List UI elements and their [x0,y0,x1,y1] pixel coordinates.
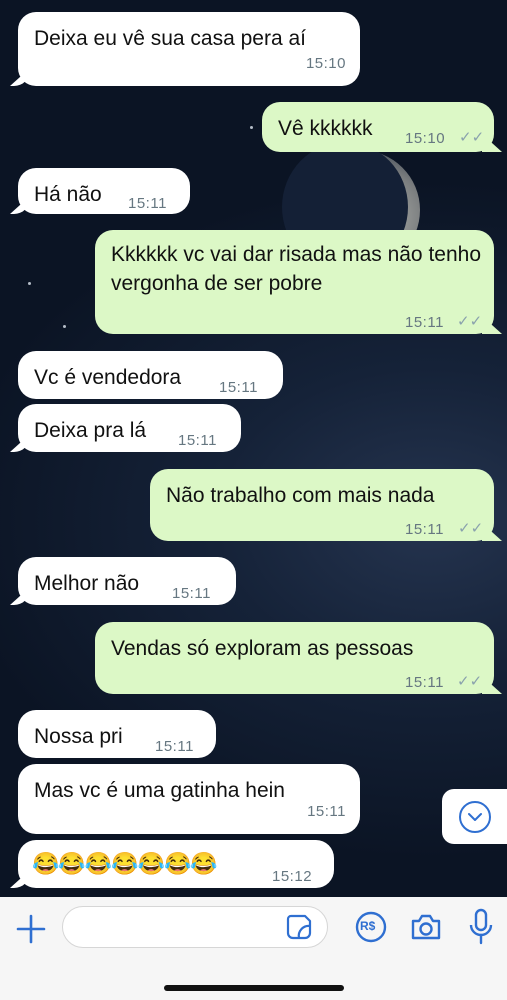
incoming-message[interactable]: Há não 15:11 [18,168,190,214]
message-text: Há não [34,183,102,206]
incoming-message[interactable]: Melhor não 15:11 [18,557,236,605]
outgoing-message[interactable]: Kkkkkk vc vai dar risada mas não tenho v… [95,230,494,334]
message-text: Nossa pri [34,725,123,748]
payment-icon[interactable]: R$ [355,911,387,943]
star [250,126,253,129]
incoming-message[interactable]: Deixa pra lá 15:11 [18,404,241,452]
star [63,325,66,328]
message-text: Vê kkkkkk [278,117,373,140]
emoji-message: 😂😂😂😂😂😂😂 [32,851,218,876]
message-time: 15:11 [405,314,444,331]
message-time: 15:10 [405,130,446,147]
read-receipt-icon: ✓✓ [457,313,483,330]
plus-icon[interactable] [14,912,48,946]
camera-icon[interactable] [409,911,443,943]
message-text: Não trabalho com mais nada [166,484,435,507]
message-time: 15:11 [172,585,211,602]
message-time: 15:11 [405,521,444,538]
message-text: Deixa pra lá [34,419,147,442]
outgoing-message[interactable]: Não trabalho com mais nada 15:11 ✓✓ [150,469,494,541]
message-time: 15:11 [128,195,167,212]
incoming-message[interactable]: Vc é vendedora 15:11 [18,351,283,399]
outgoing-message[interactable]: Vendas só exploram as pessoas 15:11 ✓✓ [95,622,494,694]
payment-label: R$ [360,919,376,933]
incoming-message[interactable]: Nossa pri 15:11 [18,710,216,758]
read-receipt-icon: ✓✓ [458,520,484,537]
message-text: Vc é vendedora [34,366,182,389]
microphone-icon[interactable] [468,908,494,946]
message-time: 15:10 [305,55,346,72]
incoming-message[interactable]: 😂😂😂😂😂😂😂 15:12 [18,840,334,888]
message-time: 15:11 [307,803,346,820]
message-time: 15:11 [178,432,217,449]
message-text: Vendas só exploram as pessoas [111,637,414,660]
message-text: Melhor não [34,572,140,595]
message-time: 15:11 [405,674,444,691]
outgoing-message[interactable]: Vê kkkkkk 15:10 ✓✓ [262,102,494,152]
star [28,282,31,285]
read-receipt-icon: ✓✓ [459,129,485,146]
home-indicator [164,985,344,991]
scroll-to-bottom-button[interactable] [442,789,507,844]
message-text: Kkkkkk vc vai dar risada mas não tenho v… [111,243,482,295]
chevron-down-icon [458,800,491,833]
message-time: 15:11 [155,738,194,755]
message-time: 15:12 [272,868,313,885]
incoming-message[interactable]: Mas vc é uma gatinha hein 15:11 [18,764,360,834]
incoming-message[interactable]: Deixa eu vê sua casa pera aí 15:10 [18,12,360,86]
message-time: 15:11 [219,379,258,396]
message-text: Mas vc é uma gatinha hein [34,779,285,802]
message-text: Deixa eu vê sua casa pera aí [34,27,306,50]
sticker-icon[interactable] [285,913,313,941]
read-receipt-icon: ✓✓ [457,673,483,690]
